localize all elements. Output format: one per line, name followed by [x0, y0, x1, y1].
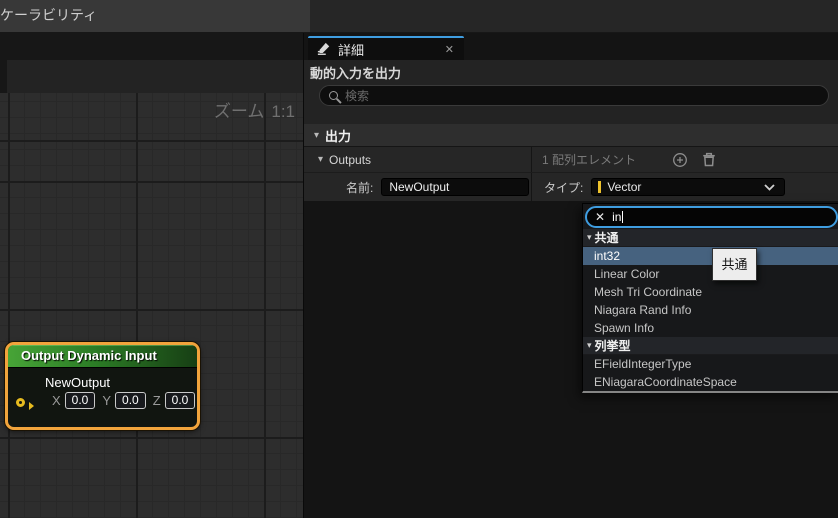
picker-item-eniagaracoordinatespace[interactable]: ENiagaraCoordinateSpace — [583, 373, 838, 391]
type-color-bar-icon — [598, 181, 602, 193]
type-picker-popup: ✕ in ▾ 共通 int32 Linear Color Mesh Tri Co… — [582, 203, 838, 393]
top-tab-scalability[interactable]: ケーラビリティ — [0, 0, 310, 32]
graph-canvas[interactable]: ズーム 1:1 Output Dynamic Input NewOutput X … — [0, 93, 303, 518]
axis-y-label: Y — [102, 393, 112, 408]
outputs-label: Outputs — [329, 152, 372, 167]
chevron-down-icon[interactable]: ▾ — [314, 130, 319, 141]
top-tab-label: ケーラビリティ — [0, 7, 98, 23]
graph-panel: ズーム 1:1 Output Dynamic Input NewOutput X … — [0, 60, 303, 518]
outputs-name-cell[interactable]: ▾ Outputs — [304, 147, 531, 172]
type-field-label: タイプ: — [544, 180, 584, 195]
section-output-header[interactable]: ▾ 出力 — [304, 124, 838, 147]
type-picker-search-box[interactable]: ✕ in — [585, 206, 838, 228]
outputs-row: ▾ Outputs 1 配列エレメント — [304, 147, 838, 173]
delete-elements-button[interactable] — [702, 152, 716, 167]
tab-details-label: 詳細 — [338, 42, 365, 58]
picker-item-mesh-tri-coordinate[interactable]: Mesh Tri Coordinate — [583, 283, 838, 301]
niagara-editor-window: ケーラビリティ ズーム 1:1 Output Dynamic Input NewO… — [0, 0, 838, 518]
element-fields-row: 名前: タイプ: Vector — [304, 173, 838, 201]
vector-x-field[interactable]: 0.0 — [64, 392, 96, 409]
type-cell: タイプ: Vector — [532, 173, 838, 201]
chevron-down-icon: ▾ — [587, 232, 592, 242]
picker-item-niagara-rand-info[interactable]: Niagara Rand Info — [583, 301, 838, 319]
picker-item-int32[interactable]: int32 — [583, 247, 838, 265]
section-output-label: 出力 — [325, 128, 352, 144]
clear-search-icon[interactable]: ✕ — [595, 210, 605, 224]
details-tabstrip: 詳細 ✕ — [304, 33, 838, 60]
picker-item-efieldintegertype[interactable]: EFieldIntegerType — [583, 355, 838, 373]
vector-z-field[interactable]: 0.0 — [164, 392, 196, 409]
close-icon[interactable]: ✕ — [445, 43, 454, 56]
node-title[interactable]: Output Dynamic Input — [8, 345, 197, 368]
axis-z-label: Z — [152, 393, 161, 408]
type-combobox[interactable]: Vector — [591, 178, 786, 196]
zoom-value: 1:1 — [271, 102, 295, 121]
name-input[interactable] — [381, 178, 530, 196]
chevron-down-icon: ▾ — [587, 340, 592, 350]
node-pin-label: NewOutput — [45, 375, 111, 390]
zoom-indicator: ズーム 1:1 — [214, 97, 295, 122]
outputs-value-cell: 1 配列エレメント — [532, 147, 838, 172]
zoom-label: ズーム — [213, 102, 265, 121]
axis-x-label: X — [52, 393, 61, 408]
tooltip: 共通 — [712, 248, 757, 281]
vector-y-field[interactable]: 0.0 — [115, 392, 146, 409]
details-pencil-icon — [317, 42, 331, 56]
graph-toolbar — [0, 60, 303, 93]
type-combobox-value: Vector — [607, 180, 642, 194]
category-enum-label: 列挙型 — [594, 339, 631, 353]
details-search-box[interactable] — [319, 85, 829, 106]
details-subtitle: 動的入力を出力 — [310, 66, 402, 81]
category-row-common[interactable]: ▾ 共通 — [583, 229, 838, 247]
category-row-enum[interactable]: ▾ 列挙型 — [583, 337, 838, 355]
name-field-label: 名前: — [346, 180, 374, 195]
category-common-label: 共通 — [594, 231, 619, 245]
picker-item-linear-color[interactable]: Linear Color — [583, 265, 838, 283]
add-element-button[interactable] — [672, 152, 688, 168]
details-header: 動的入力を出力 — [304, 60, 838, 124]
node-body: NewOutput X 0.0 Y 0.0 Z 0.0 — [8, 375, 197, 427]
node-output-dynamic-input[interactable]: Output Dynamic Input NewOutput X 0.0 Y 0… — [5, 342, 200, 430]
chevron-down-icon — [764, 183, 775, 191]
array-count-label: 1 配列エレメント — [542, 153, 637, 167]
details-search-input[interactable] — [345, 88, 828, 103]
picker-item-spawn-info[interactable]: Spawn Info — [583, 319, 838, 337]
vector-output-pin-icon[interactable] — [16, 398, 34, 410]
name-cell: 名前: — [304, 173, 531, 201]
search-icon — [329, 91, 338, 100]
app-top-bar: ケーラビリティ — [0, 0, 838, 32]
type-picker-search-value: in — [612, 210, 622, 224]
vector-value-row: X 0.0 Y 0.0 Z 0.0 — [52, 392, 197, 409]
tab-details[interactable]: 詳細 ✕ — [308, 36, 464, 60]
text-caret — [622, 211, 624, 223]
chevron-down-icon[interactable]: ▾ — [318, 154, 323, 165]
